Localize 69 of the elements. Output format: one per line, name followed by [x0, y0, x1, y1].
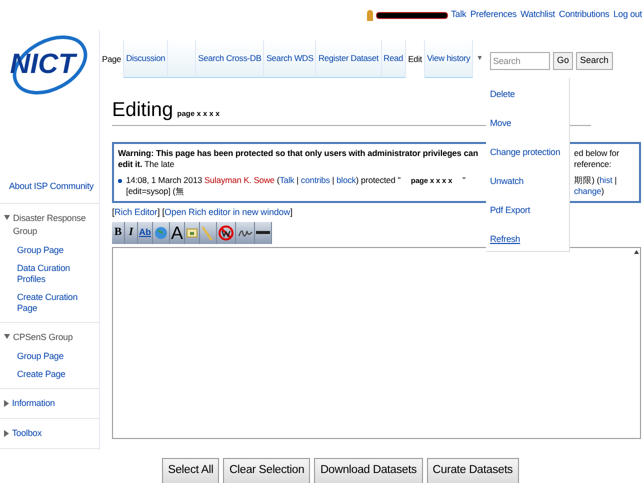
sidebar-link[interactable]: Data Curation Profiles [17, 262, 99, 284]
link[interactable]: Open Rich editor in new window [164, 207, 290, 217]
user-link[interactable]: Preferences [470, 8, 517, 22]
log-entry: 期限) (hist | change) [574, 175, 618, 197]
search-button[interactable]: Search [576, 52, 612, 70]
portlet-header[interactable]: Toolbox [0, 426, 99, 440]
menu-item[interactable]: Pdf Export [490, 202, 530, 218]
action-button[interactable]: Select All [162, 458, 220, 483]
link[interactable]: block [336, 175, 356, 185]
action-button[interactable]: Clear Selection [223, 458, 310, 483]
menu-item[interactable]: Move [490, 115, 512, 131]
link[interactable]: change [574, 186, 602, 196]
action-button[interactable]: Curate Datasets [426, 458, 519, 483]
user-link[interactable]: Watchlist [520, 8, 555, 22]
redaction-bar [377, 12, 447, 18]
user-link[interactable]: Contributions [558, 8, 610, 22]
tab[interactable]: Edit [406, 40, 425, 78]
collapsed-triangle-icon [4, 400, 9, 406]
link[interactable]: contribs [300, 175, 330, 185]
toolbar-button[interactable]: Ab [138, 222, 153, 244]
link[interactable]: hist [600, 175, 612, 185]
sidebar-link[interactable]: Group Page [17, 244, 99, 256]
toolbar-button[interactable]: A [170, 222, 186, 244]
bullet-icon [118, 179, 122, 183]
collapsed-triangle-icon [4, 430, 9, 436]
menu-item[interactable]: Unwatch [490, 173, 524, 189]
toolbar-button[interactable] [255, 222, 272, 244]
no-sign-icon [218, 224, 234, 240]
tab[interactable]: Page [100, 40, 124, 78]
tab[interactable]: Register Dataset [316, 40, 382, 78]
expanded-triangle-icon [4, 334, 10, 338]
expanded-triangle-icon [4, 214, 10, 220]
portlet-header[interactable]: CPSenS Group [0, 330, 99, 344]
warning-text: Warning: This page has been protected so that only users with administrator privileges can edit it. The late [118, 148, 480, 170]
user-link[interactable]: Talk [451, 8, 466, 22]
toolbar-button[interactable] [217, 222, 236, 244]
menu-item[interactable]: Refresh [490, 231, 520, 247]
editor-links: [Rich Editor] [Open Rich editor in new window] [112, 206, 293, 219]
tab[interactable]: Discussion [124, 40, 168, 78]
globe-icon [154, 226, 168, 240]
toolbar-button[interactable] [236, 222, 256, 244]
tab[interactable]: Search Cross-DB [196, 40, 264, 78]
page-heading: Editing [112, 98, 174, 122]
sidebar-link[interactable]: Create Curation Page [17, 292, 99, 314]
sidebar-link[interactable]: Group Page [17, 350, 99, 362]
tab[interactable]: Search WDS [264, 40, 316, 78]
warning-text: ed below for reference: [574, 148, 620, 170]
search-button[interactable]: Go [552, 52, 573, 70]
portlet-header[interactable]: Disaster Response Group [0, 212, 99, 238]
horn-icon [201, 224, 216, 240]
scroll-up-arrow-icon [634, 250, 639, 254]
user-link[interactable]: Sulayman K. Sowe [204, 175, 275, 185]
sidebar-link[interactable]: About ISP Community [0, 180, 99, 204]
link[interactable]: Rich Editor [114, 207, 158, 217]
user-icon [367, 10, 373, 20]
menu-item[interactable]: Delete [490, 86, 515, 102]
toolbar-button[interactable]: B [112, 222, 125, 244]
menu-item[interactable]: Change protection [490, 144, 560, 160]
portlet-header[interactable]: Information [0, 396, 99, 410]
search-field[interactable]: Search [490, 52, 550, 70]
sidebar-link[interactable]: Create Page [17, 368, 99, 380]
user-link[interactable]: Log out [613, 8, 642, 22]
link[interactable]: Talk [280, 175, 294, 185]
tab[interactable]: View history [424, 40, 474, 78]
tab[interactable]: Read [382, 40, 406, 78]
action-button[interactable]: Download Datasets [314, 458, 423, 483]
image-icon [186, 226, 198, 238]
tab-bar-gap [168, 40, 196, 78]
toolbar-button[interactable]: I [125, 222, 138, 244]
